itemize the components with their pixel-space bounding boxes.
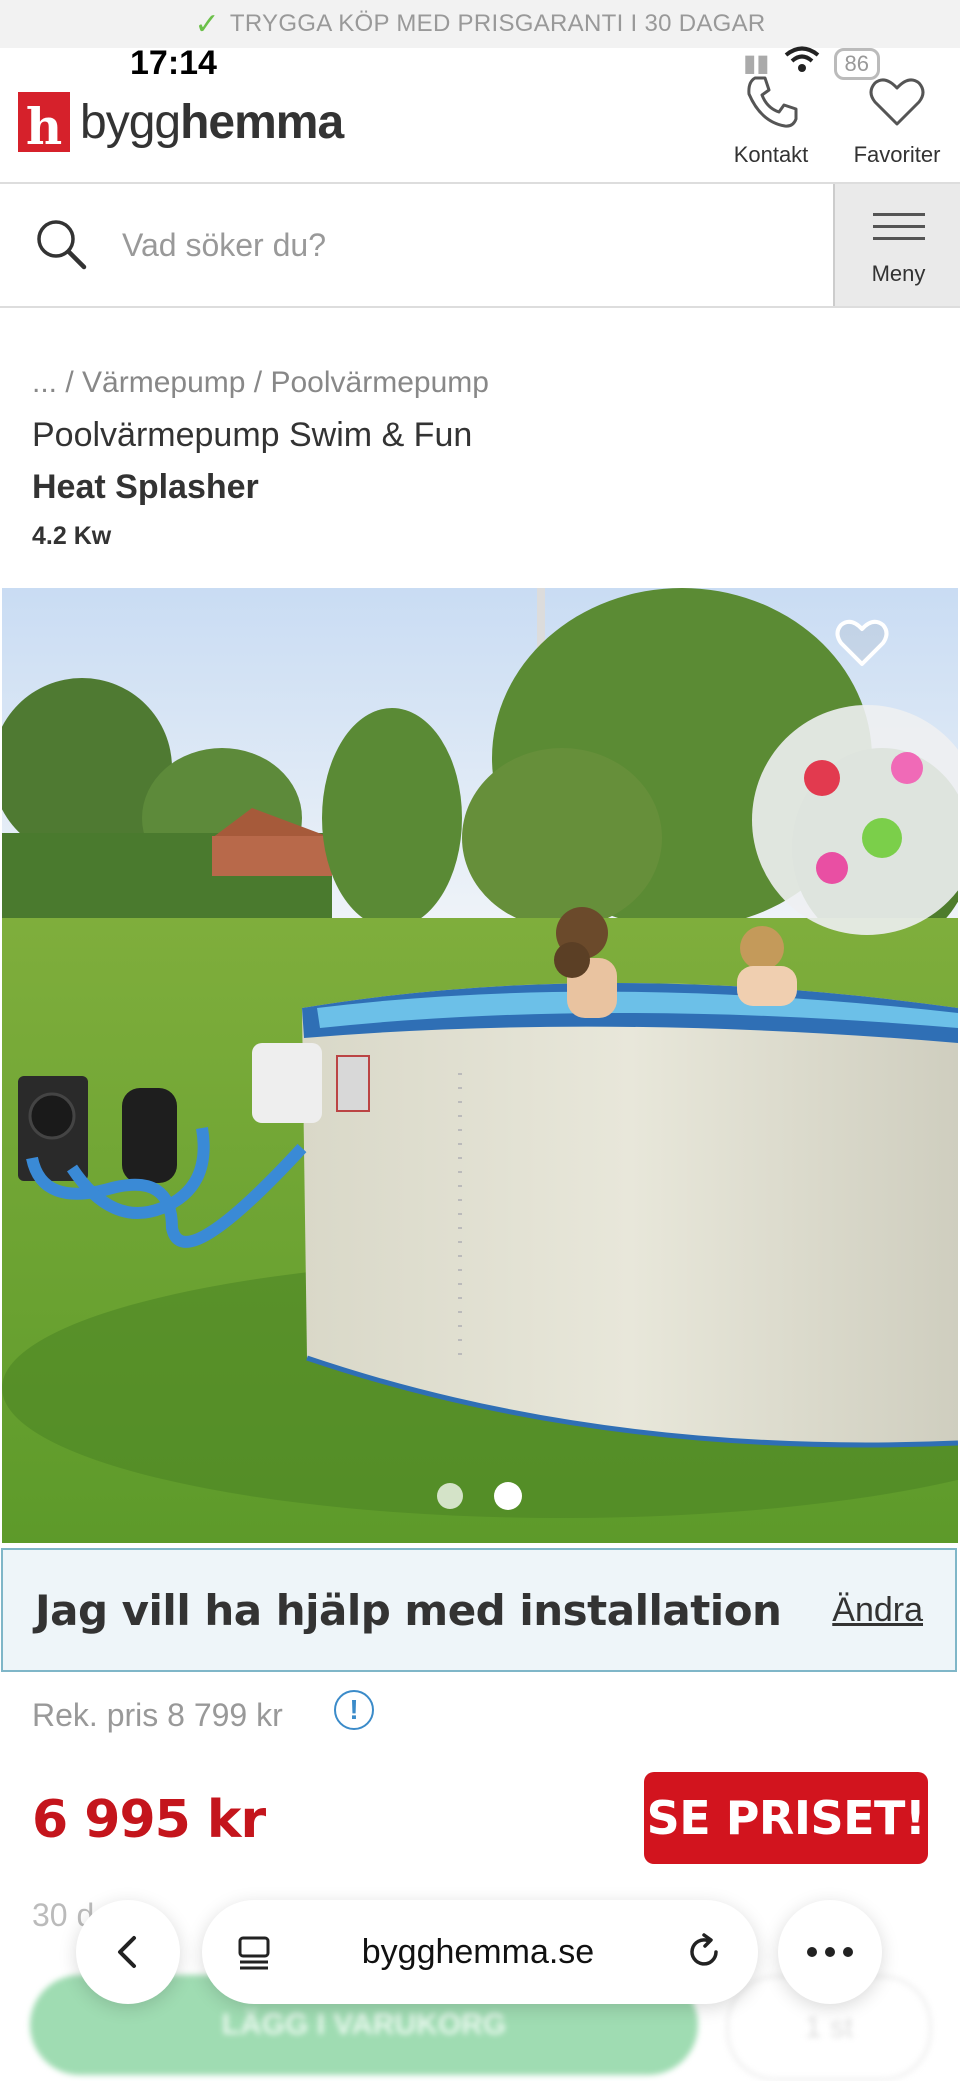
- contact-label: Kontakt: [733, 142, 809, 167]
- installation-label: Jag vill ha hjälp med installation: [35, 1585, 782, 1635]
- logo-wordmark: bygghemma: [80, 95, 344, 149]
- phone-icon: [747, 76, 798, 128]
- change-link[interactable]: Ändra: [832, 1591, 923, 1630]
- recommended-price: Rek. pris 8 799 kr: [32, 1697, 283, 1733]
- browser-back-button[interactable]: [76, 1900, 180, 2004]
- logo-h-mark: h: [18, 92, 70, 152]
- status-time: 17:14: [130, 44, 217, 82]
- site-logo[interactable]: h bygghemma: [18, 92, 344, 152]
- favorites-button[interactable]: Favoriter: [842, 72, 952, 168]
- reader-icon: [238, 1936, 270, 1970]
- favorite-heart-icon[interactable]: [832, 614, 892, 675]
- contact-button[interactable]: Kontakt: [716, 72, 826, 168]
- carousel-dot-1[interactable]: [437, 1483, 463, 1509]
- more-dots-icon: [807, 1947, 853, 1957]
- product-brand-line: Poolvärmepump Swim & Fun: [32, 416, 473, 454]
- check-icon: ✓: [194, 7, 220, 41]
- breadcrumb-item-poolvarmepump[interactable]: Poolvärmepump: [270, 366, 488, 399]
- product-image[interactable]: [2, 588, 958, 1543]
- search-divider: [0, 306, 960, 308]
- info-icon[interactable]: !: [334, 1690, 374, 1730]
- product-variant: 4.2 Kw: [32, 522, 112, 550]
- breadcrumb-ellipsis[interactable]: ...: [32, 366, 57, 399]
- browser-address-bar[interactable]: bygghemma.se: [202, 1900, 758, 2004]
- menu-label: Meny: [871, 260, 926, 286]
- menu-button[interactable]: Meny: [833, 184, 960, 306]
- breadcrumb-item-varmepump[interactable]: Värmepump: [82, 366, 245, 399]
- hamburger-icon: [872, 204, 925, 249]
- reload-icon[interactable]: [684, 1932, 724, 1972]
- installation-option[interactable]: Jag vill ha hjälp med installation Ändra: [1, 1548, 957, 1672]
- search-input[interactable]: [120, 225, 724, 265]
- search-icon: [37, 220, 87, 270]
- promo-text: TRYGGA KÖP MED PRISGARANTI I 30 DAGAR: [229, 10, 766, 37]
- current-price: 6 995 kr: [32, 1790, 266, 1850]
- search-bar[interactable]: [0, 184, 833, 306]
- see-price-button[interactable]: SE PRISET!: [644, 1772, 928, 1864]
- pool-scene-illustration: [2, 588, 958, 1543]
- carousel-dot-2[interactable]: [494, 1482, 522, 1510]
- browser-more-button[interactable]: [778, 1900, 882, 2004]
- heart-icon: [869, 78, 925, 126]
- url-text: bygghemma.se: [361, 1932, 595, 1971]
- product-title: Heat Splasher: [32, 468, 259, 506]
- favorites-label: Favoriter: [853, 142, 941, 167]
- chevron-left-icon: [118, 1936, 136, 1968]
- breadcrumb: ... / Värmepump / Poolvärmepump: [32, 366, 489, 399]
- promo-banner: ✓ TRYGGA KÖP MED PRISGARANTI I 30 DAGAR: [0, 0, 960, 48]
